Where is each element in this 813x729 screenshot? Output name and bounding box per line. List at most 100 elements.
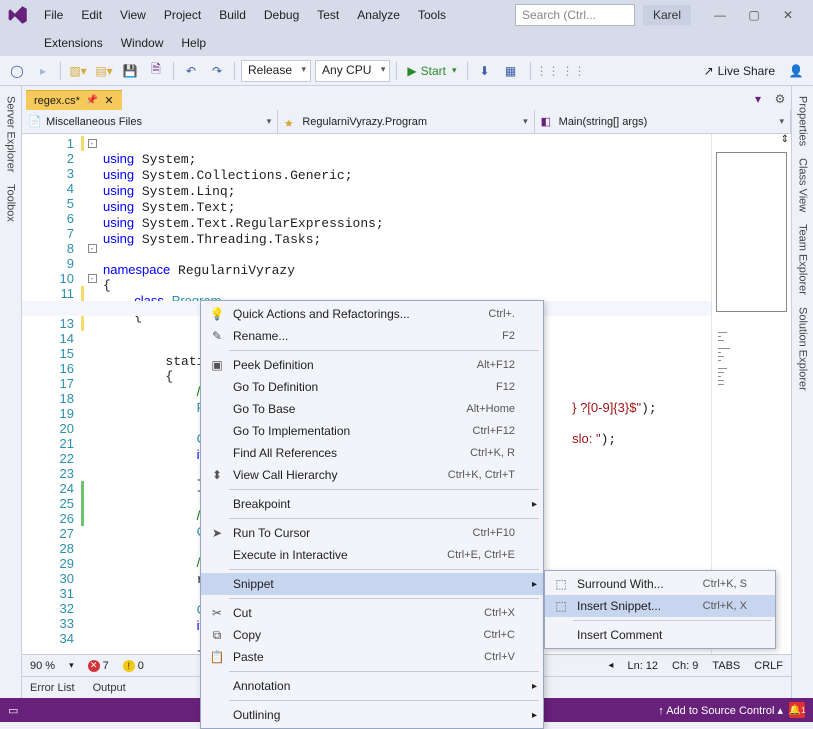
- tab-gear-icon[interactable]: ⚙: [769, 88, 791, 110]
- maximize-button[interactable]: ▢: [737, 3, 771, 27]
- nav-back-icon[interactable]: ◯: [6, 60, 28, 82]
- blank-icon: [207, 401, 227, 417]
- error-count[interactable]: ✕7: [88, 660, 109, 672]
- ctx-paste[interactable]: 📋PasteCtrl+V: [201, 646, 543, 668]
- menu-help[interactable]: Help: [173, 32, 214, 54]
- menu-project[interactable]: Project: [156, 4, 209, 26]
- ctx-quick-actions-and-refactorings[interactable]: 💡Quick Actions and Refactorings...Ctrl+.: [201, 303, 543, 325]
- ctx-peek-definition[interactable]: ▣Peek DefinitionAlt+F12: [201, 354, 543, 376]
- ctx-shortcut: Alt+F12: [477, 359, 515, 371]
- snippet-submenu: ⬚Surround With...Ctrl+K, S⬚Insert Snippe…: [544, 570, 776, 649]
- minimize-button[interactable]: —: [703, 3, 737, 27]
- ctx-insert-snippet[interactable]: ⬚Insert Snippet...Ctrl+K, X: [545, 595, 775, 617]
- ctx-label: Annotation: [233, 679, 515, 693]
- ctx-breakpoint[interactable]: Breakpoint▸: [201, 493, 543, 515]
- file-tabs: regex.cs* 📌 ✕ ▾ ⚙: [22, 86, 791, 110]
- toolbox-tab[interactable]: Toolbox: [3, 178, 19, 228]
- menu-window[interactable]: Window: [113, 32, 172, 54]
- dotted-icon1[interactable]: ⋮⋮: [537, 60, 559, 82]
- menu-build[interactable]: Build: [211, 4, 254, 26]
- ctx-shortcut: F12: [496, 381, 515, 393]
- blank-icon: [207, 445, 227, 461]
- redo-icon[interactable]: ↷: [206, 60, 228, 82]
- ctx-shortcut: Ctrl+K, Ctrl+T: [448, 469, 515, 481]
- undo-icon[interactable]: ↶: [180, 60, 202, 82]
- ctx-rename[interactable]: ✎Rename...F2: [201, 325, 543, 347]
- menu-test[interactable]: Test: [309, 4, 347, 26]
- dotted-icon2[interactable]: ⋮⋮: [563, 60, 585, 82]
- toolbar: ◯ ▸ ▧▾ ▤▾ 💾 🗎 ↶ ↷ Release Any CPU ▶Start…: [0, 56, 813, 86]
- ctx-view-call-hierarchy[interactable]: ⬍View Call HierarchyCtrl+K, Ctrl+T: [201, 464, 543, 486]
- start-button[interactable]: ▶Start▾: [403, 62, 460, 80]
- properties-tab[interactable]: Properties: [795, 90, 811, 152]
- error-list-tab[interactable]: Error List: [30, 682, 75, 694]
- fold-icon[interactable]: -: [88, 139, 97, 148]
- menu-debug[interactable]: Debug: [256, 4, 307, 26]
- menu-analyze[interactable]: Analyze: [349, 4, 408, 26]
- ctx-cut[interactable]: ✂CutCtrl+X: [201, 602, 543, 624]
- nav-class[interactable]: 🟊RegularniVyrazy.Program: [278, 110, 534, 133]
- menu-edit[interactable]: Edit: [73, 4, 110, 26]
- close-tab-icon[interactable]: ✕: [104, 94, 113, 107]
- ctx-label: Run To Cursor: [233, 526, 453, 540]
- nav-method[interactable]: ◧Main(string[] args): [535, 110, 791, 133]
- ctx-outlining[interactable]: Outlining▸: [201, 704, 543, 726]
- browser-icon[interactable]: ▦: [500, 60, 522, 82]
- close-button[interactable]: ✕: [771, 3, 805, 27]
- ctx-shortcut: Ctrl+K, S: [703, 578, 747, 590]
- server-explorer-tab[interactable]: Server Explorer: [3, 90, 19, 178]
- zoom-level[interactable]: 90 %: [30, 660, 55, 672]
- file-tab-regex[interactable]: regex.cs* 📌 ✕: [26, 90, 122, 110]
- menu-view[interactable]: View: [112, 4, 154, 26]
- new-icon[interactable]: ▧▾: [67, 60, 89, 82]
- ctx-label: Execute in Interactive: [233, 548, 427, 562]
- blank-icon: [207, 576, 227, 592]
- ctx-snippet[interactable]: Snippet▸: [201, 573, 543, 595]
- user-badge[interactable]: Karel: [643, 5, 691, 25]
- ctx-go-to-base[interactable]: Go To BaseAlt+Home: [201, 398, 543, 420]
- class-view-tab[interactable]: Class View: [795, 152, 811, 218]
- ctx-surround-with[interactable]: ⬚Surround With...Ctrl+K, S: [545, 573, 775, 595]
- step-icon[interactable]: ⬇: [474, 60, 496, 82]
- team-explorer-tab[interactable]: Team Explorer: [795, 218, 811, 301]
- pin-icon[interactable]: 📌: [86, 95, 98, 106]
- ctx-run-to-cursor[interactable]: ➤Run To CursorCtrl+F10: [201, 522, 543, 544]
- platform-dropdown[interactable]: Any CPU: [315, 60, 390, 82]
- solution-explorer-tab[interactable]: Solution Explorer: [795, 301, 811, 397]
- ctx-label: Quick Actions and Refactorings...: [233, 307, 468, 321]
- warning-count[interactable]: !0: [123, 660, 144, 672]
- submenu-arrow-icon: ▸: [532, 710, 537, 721]
- nav-fwd-icon[interactable]: ▸: [32, 60, 54, 82]
- tasks-icon[interactable]: ▭: [8, 704, 18, 717]
- tabs-indicator[interactable]: TABS: [712, 660, 740, 672]
- file-tab-label: regex.cs*: [34, 95, 80, 107]
- ctx-go-to-implementation[interactable]: Go To ImplementationCtrl+F12: [201, 420, 543, 442]
- fold-column: - - -: [85, 134, 99, 654]
- output-tab[interactable]: Output: [93, 682, 126, 694]
- live-share-button[interactable]: ↗Live Share: [698, 62, 781, 80]
- account-icon[interactable]: 👤: [785, 60, 807, 82]
- tab-dropdown-icon[interactable]: ▾: [747, 88, 769, 110]
- ctx-copy[interactable]: ⧉CopyCtrl+C: [201, 624, 543, 646]
- nav-project[interactable]: 📄Miscellaneous Files: [22, 110, 278, 133]
- ctx-find-all-references[interactable]: Find All ReferencesCtrl+K, R: [201, 442, 543, 464]
- ctx-execute-in-interactive[interactable]: Execute in InteractiveCtrl+E, Ctrl+E: [201, 544, 543, 566]
- ctx-label: Copy: [233, 628, 464, 642]
- ctx-annotation[interactable]: Annotation▸: [201, 675, 543, 697]
- fold-icon[interactable]: -: [88, 244, 97, 253]
- menu-extensions[interactable]: Extensions: [36, 32, 111, 54]
- save-all-icon[interactable]: 🗎: [145, 60, 167, 82]
- ctx-go-to-definition[interactable]: Go To DefinitionF12: [201, 376, 543, 398]
- ctx-insert-comment[interactable]: Insert Comment: [545, 624, 775, 646]
- config-dropdown[interactable]: Release: [241, 60, 311, 82]
- search-input[interactable]: Search (Ctrl...: [515, 4, 635, 26]
- menu-tools[interactable]: Tools: [410, 4, 454, 26]
- crlf-indicator[interactable]: CRLF: [754, 660, 783, 672]
- blank-icon: [207, 547, 227, 563]
- notifications-icon[interactable]: 🔔1: [789, 702, 805, 718]
- open-icon[interactable]: ▤▾: [93, 60, 115, 82]
- menu-file[interactable]: File: [36, 4, 71, 26]
- save-icon[interactable]: 💾: [119, 60, 141, 82]
- source-control[interactable]: ↑ Add to Source Control ▴: [658, 704, 783, 717]
- fold-icon[interactable]: -: [88, 274, 97, 283]
